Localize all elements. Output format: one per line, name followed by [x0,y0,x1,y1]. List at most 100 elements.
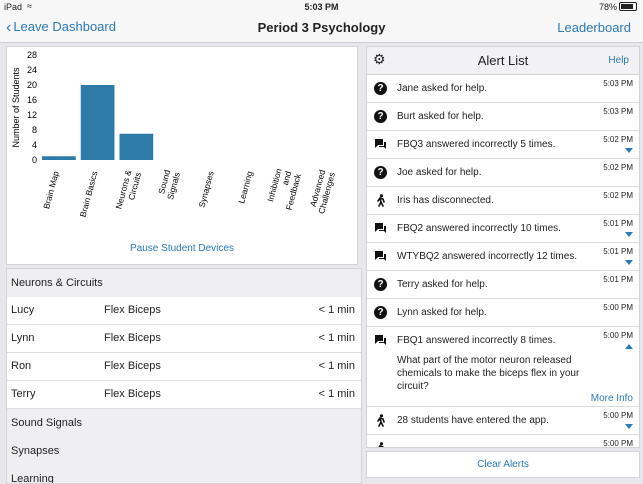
chat-icon [374,138,387,151]
y-tick-label: 12 [27,110,37,120]
student-activity: Flex Biceps [104,304,161,316]
y-tick-label: 16 [27,95,37,105]
y-tick-label: 8 [32,125,37,135]
alert-text: FBQ1 answered incorrectly 8 times. [397,335,556,346]
alert-row[interactable]: ? Burt asked for help. 5:03 PM [367,103,639,131]
alert-row[interactable]: FBQ1 answered incorrectly 8 times. 5:00 P… [367,327,639,407]
alert-time: 5:01 PM [603,247,633,256]
alert-text: Burt asked for help. [397,111,484,122]
caret-down-icon[interactable] [625,260,633,265]
x-tick-label: Brain Basics [78,170,100,218]
student-name: Ron [11,360,32,372]
y-tick-label: 4 [32,140,37,150]
battery-icon [619,2,637,11]
alert-row[interactable]: 28 students have entered the app. 5:00 PM [367,407,639,435]
student-name: Lynn [11,332,35,344]
question-icon: ? [374,278,387,291]
group-header[interactable]: Synapses [7,437,361,465]
x-tick-label: InhibitionandFeedback [264,167,303,212]
alert-text: Lynn asked for help. [397,307,487,318]
alert-text: 28 students have entered the app. [397,415,549,426]
alert-time: 5:02 PM [603,163,633,172]
alert-text: Terry asked for help. [397,279,488,290]
student-time: < 1 min [318,388,355,400]
question-icon: ? [374,166,387,179]
alert-list-panel: ⚙ Alert List Help ? Jane asked for help. 5… [366,46,640,448]
alert-row[interactable]: 5:00 PM [367,435,639,447]
student-name: Terry [11,388,36,400]
alert-row[interactable]: FBQ3 answered incorrectly 5 times. 5:02 P… [367,131,639,159]
alert-text: Jane asked for help. [397,83,488,94]
alert-row[interactable]: ? Jane asked for help. 5:03 PM [367,75,639,103]
student-list: Neurons & Circuits Lucy Flex Biceps < 1 … [6,268,362,484]
y-tick-label: 28 [27,50,37,60]
bar-chart: Number of Students 0 4 8 12 16 20 24 28 Brain Map… [11,50,337,218]
y-axis-label: Number of Students [11,67,21,148]
alert-detail: What part of the motor neuron released c… [397,355,580,392]
question-icon: ? [374,306,387,319]
question-icon: ? [374,110,387,123]
student-row[interactable]: Terry Flex Biceps < 1 min [7,381,361,409]
x-tick-label: SoundSignals [155,168,182,200]
y-tick-label: 20 [27,80,37,90]
caret-up-icon[interactable] [625,344,633,349]
student-time: < 1 min [318,360,355,372]
chat-icon [374,334,387,347]
alert-time: 5:00 PM [603,303,633,312]
alert-time: 5:02 PM [603,135,633,144]
status-time: 5:03 PM [304,2,339,12]
battery-status: 78% [599,2,637,12]
student-activity: Flex Biceps [104,388,161,400]
alert-rows: ? Jane asked for help. 5:03 PM? Burt asked … [367,75,639,447]
alert-row[interactable]: Iris has disconnected. 5:02 PM [367,187,639,215]
more-info-link[interactable]: More Info [591,393,633,404]
alert-row[interactable]: FBQ2 answered incorrectly 10 times. 5:01 … [367,215,639,243]
alert-time: 5:02 PM [603,191,633,200]
caret-down-icon[interactable] [625,424,633,429]
x-tick-label: Synapses [196,170,215,209]
alert-text: Joe asked for help. [397,167,482,178]
walk-icon [374,442,387,447]
student-time: < 1 min [318,332,355,344]
student-time: < 1 min [318,304,355,316]
student-name: Lucy [11,304,35,316]
chat-icon [374,222,387,235]
x-tick-label: Neurons &Circuits [113,168,143,212]
page-title: Period 3 Psychology [257,20,386,35]
alert-list-header: ⚙ Alert List Help [367,47,639,75]
nav-bar: ‹ Leave Dashboard Period 3 Psychology Lea… [0,14,643,43]
alert-row[interactable]: ? Terry asked for help. 5:01 PM [367,271,639,299]
clear-alerts-button[interactable]: Clear Alerts [366,451,640,478]
walk-icon [374,194,387,207]
alert-time: 5:03 PM [603,79,633,88]
status-bar: iPad ≈ 5:03 PM 78% [0,0,643,14]
alert-time: 5:00 PM [603,411,633,420]
group-header[interactable]: Sound Signals [7,409,361,437]
help-button[interactable]: Help [608,55,629,66]
alert-text: Iris has disconnected. [397,195,494,206]
group-header[interactable]: Neurons & Circuits [7,269,361,297]
alert-text: FBQ3 answered incorrectly 5 times. [397,139,556,150]
battery-percent: 78% [598,2,617,12]
leaderboard-button[interactable]: Leaderboard [557,20,631,35]
alert-time: 5:01 PM [603,275,633,284]
student-row[interactable]: Lynn Flex Biceps < 1 min [7,325,361,353]
caret-down-icon[interactable] [625,148,633,153]
student-activity: Flex Biceps [104,360,161,372]
x-tick-label: Learning [236,170,254,205]
y-tick-label: 24 [27,65,37,75]
caret-down-icon[interactable] [625,232,633,237]
student-row[interactable]: Lucy Flex Biceps < 1 min [7,297,361,325]
student-row[interactable]: Ron Flex Biceps < 1 min [7,353,361,381]
group-header[interactable]: Learning [7,465,361,483]
alert-row[interactable]: ? Joe asked for help. 5:02 PM [367,159,639,187]
alert-row[interactable]: WTYBQ2 answered incorrectly 12 times. 5:0… [367,243,639,271]
bar [80,85,115,160]
alert-text: FBQ2 answered incorrectly 10 times. [397,223,561,234]
alert-text: WTYBQ2 answered incorrectly 12 times. [397,251,578,262]
alert-row[interactable]: ? Lynn asked for help. 5:00 PM [367,299,639,327]
x-tick-label: Brain Map [41,170,61,210]
bar [42,156,76,160]
pause-devices-button[interactable]: Pause Student Devices [7,243,357,254]
alert-time: 5:03 PM [603,107,633,116]
